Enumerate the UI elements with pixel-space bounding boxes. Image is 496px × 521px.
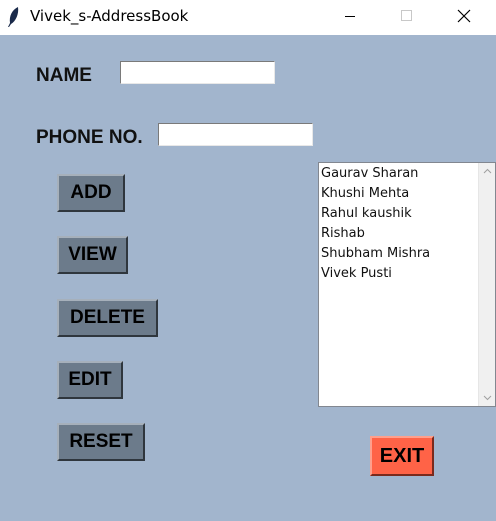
edit-button[interactable]: EDIT — [57, 361, 123, 399]
minimize-button[interactable] — [327, 0, 373, 32]
maximize-button[interactable] — [383, 0, 429, 32]
phone-input[interactable] — [158, 123, 313, 146]
contacts-list: Gaurav Sharan Khushi Mehta Rahul kaushik… — [321, 164, 430, 284]
list-item[interactable]: Rishab — [321, 224, 430, 244]
name-input[interactable] — [120, 61, 275, 84]
minimize-icon — [345, 16, 355, 17]
view-button[interactable]: VIEW — [57, 236, 128, 274]
maximize-icon — [401, 10, 412, 21]
vertical-scrollbar[interactable] — [478, 163, 495, 406]
list-item[interactable]: Gaurav Sharan — [321, 164, 430, 184]
list-item[interactable]: Khushi Mehta — [321, 184, 430, 204]
scroll-up-icon[interactable] — [479, 163, 496, 180]
name-label: NAME — [36, 65, 92, 86]
feather-icon — [8, 7, 19, 27]
list-item[interactable]: Rahul kaushik — [321, 204, 430, 224]
close-icon — [457, 9, 471, 23]
add-button[interactable]: ADD — [57, 174, 125, 212]
main-window: NAME PHONE NO. ADD VIEW DELETE EDIT RESE… — [0, 35, 496, 521]
phone-label: PHONE NO. — [36, 127, 143, 148]
window-title: Vivek_s-AddressBook — [30, 7, 189, 25]
delete-button[interactable]: DELETE — [57, 299, 158, 337]
list-item[interactable]: Vivek Pusti — [321, 264, 430, 284]
contacts-listbox[interactable]: Gaurav Sharan Khushi Mehta Rahul kaushik… — [318, 162, 496, 407]
reset-button[interactable]: RESET — [57, 423, 145, 461]
scroll-down-icon[interactable] — [479, 389, 496, 406]
close-button[interactable] — [441, 0, 487, 32]
list-item[interactable]: Shubham Mishra — [321, 244, 430, 264]
title-bar[interactable]: Vivek_s-AddressBook — [0, 0, 496, 35]
exit-button[interactable]: EXIT — [370, 436, 434, 476]
